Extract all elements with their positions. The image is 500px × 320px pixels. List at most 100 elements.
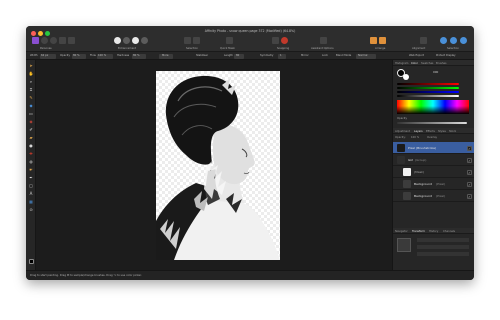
layer-row[interactable]: Background (Pixel) ✓ — [393, 178, 474, 190]
mirror-label: Mirror — [301, 54, 309, 57]
symmetry-value: 1 — [280, 54, 282, 57]
layer-row[interactable]: Background (Pixel) ✓ — [393, 190, 474, 202]
arrange-forward-icon[interactable] — [379, 37, 386, 44]
layer-thumbnail — [403, 192, 411, 200]
flood-select-icon[interactable]: ◆ — [29, 103, 34, 108]
tab-swatches[interactable]: Swatches — [421, 62, 433, 65]
blend-mode-label: Blend Mode — [336, 54, 352, 57]
blue-slider[interactable] — [397, 91, 459, 93]
auto-colors-icon[interactable] — [132, 37, 139, 44]
snapping-magnet-icon[interactable] — [272, 37, 279, 44]
assistant-options-label: Assistant Options — [311, 47, 334, 50]
status-text: Drag to start painting. Drag ⌘ to sample… — [30, 274, 142, 277]
document-canvas[interactable] — [156, 71, 280, 260]
transform-width-field[interactable] — [417, 252, 469, 256]
portrait-artwork — [156, 71, 280, 260]
tab-stock[interactable]: Stock — [449, 130, 456, 133]
crop-tool-icon[interactable]: ⌗ — [29, 87, 34, 92]
layer-row[interactable]: Pixel (Brushstroke) ✓ — [393, 142, 474, 154]
selection-intersect-icon[interactable] — [460, 37, 467, 44]
snapping-label: Snapping — [277, 47, 290, 50]
layer-thumbnail — [397, 156, 405, 164]
export-persona-icon[interactable] — [68, 37, 75, 44]
smudge-brush-icon[interactable]: ☛ — [29, 167, 34, 172]
photo-persona-icon[interactable] — [32, 37, 39, 44]
alignment-icon[interactable] — [420, 37, 427, 44]
transform-x-field[interactable] — [417, 238, 469, 242]
hex-value[interactable]: 000 — [433, 70, 438, 74]
mesh-warp-icon[interactable]: ▦ — [29, 199, 34, 204]
tab-history[interactable]: History — [429, 230, 438, 233]
erase-brush-icon[interactable]: ▰ — [29, 135, 34, 140]
tab-histogram[interactable]: Histogram — [395, 62, 408, 65]
hardness-value: 80 % — [133, 54, 140, 57]
rectangle-marquee-icon[interactable]: ▭ — [29, 111, 34, 116]
layer-visibility-checkbox[interactable]: ✓ — [467, 157, 472, 163]
layer-visibility-checkbox[interactable]: ✓ — [467, 181, 472, 187]
layer-visibility-checkbox[interactable]: ✓ — [467, 193, 472, 199]
pen-tool-icon[interactable]: ✒ — [29, 175, 34, 180]
tab-styles[interactable]: Styles — [438, 130, 446, 133]
primary-color-swatch[interactable] — [28, 259, 34, 264]
liquify-persona-icon[interactable] — [41, 37, 48, 44]
layer-visibility-checkbox[interactable]: ✓ — [467, 145, 472, 151]
width-label: Width — [30, 54, 38, 57]
tab-channels[interactable]: Channels — [443, 230, 455, 233]
auto-contrast-icon[interactable] — [123, 37, 130, 44]
width-value: 62 px — [41, 54, 49, 57]
transform-y-field[interactable] — [417, 245, 469, 249]
opacity-slider[interactable] — [397, 122, 467, 124]
paint-brush-icon[interactable]: ✐ — [29, 127, 34, 132]
dodge-brush-icon[interactable]: ● — [29, 143, 34, 148]
spectrum-shade — [397, 106, 469, 114]
move-tool-icon[interactable]: ➤ — [29, 63, 34, 68]
assistant-options-icon[interactable] — [320, 37, 327, 44]
layer-thumbnail — [403, 180, 411, 188]
layer-opacity-value[interactable]: 100 % — [411, 136, 419, 139]
tab-brushes[interactable]: Brushes — [436, 62, 446, 65]
rectangle-tool-icon[interactable]: ▢ — [29, 183, 34, 188]
quick-mask-icon[interactable] — [226, 37, 233, 44]
fill-tool-icon[interactable]: ◈ — [29, 119, 34, 124]
tab-effects[interactable]: Effects — [426, 130, 435, 133]
color-picker-icon[interactable]: ⊙ — [29, 207, 34, 212]
tab-navigator[interactable]: Navigator — [395, 230, 408, 233]
invert-selection-icon[interactable] — [193, 37, 200, 44]
arrange-back-icon[interactable] — [370, 37, 377, 44]
red-slider[interactable] — [397, 83, 459, 85]
layer-row[interactable]: (Mask) ✓ — [393, 166, 474, 178]
protect-display-label: Protect Display — [436, 54, 456, 57]
auto-levels-icon[interactable] — [114, 37, 121, 44]
layer-row[interactable]: Girl (Group) ✓ — [393, 154, 474, 166]
status-bar: Drag to start painting. Drag ⌘ to sample… — [26, 270, 474, 280]
hardness-label: Hardness — [117, 54, 130, 57]
tab-layers[interactable]: Layers — [414, 130, 423, 133]
green-slider[interactable] — [397, 87, 459, 89]
selection-label: Selection — [186, 47, 198, 50]
tab-transform[interactable]: Transform — [412, 230, 425, 233]
auto-white-balance-icon[interactable] — [141, 37, 148, 44]
deselect-icon[interactable] — [184, 37, 191, 44]
mask-thumbnail — [403, 168, 411, 176]
blur-brush-icon[interactable]: ◍ — [29, 159, 34, 164]
layer-visibility-checkbox[interactable]: ✓ — [467, 169, 472, 175]
tab-color[interactable]: Color — [411, 62, 418, 65]
selection-brush-icon[interactable]: ✎ — [29, 95, 34, 100]
tone-map-persona-icon[interactable] — [59, 37, 66, 44]
develop-persona-icon[interactable] — [50, 37, 57, 44]
layer-blend-mode[interactable]: Overlay — [427, 136, 437, 139]
selection-subtract-icon[interactable] — [450, 37, 457, 44]
layer-kind: (Pixel) — [436, 194, 446, 198]
snapping-toggle-icon[interactable] — [281, 37, 288, 44]
canvas-area[interactable] — [36, 60, 392, 270]
secondary-color-well[interactable] — [403, 74, 409, 80]
anchor-selector[interactable] — [397, 238, 411, 252]
length-label: Length — [224, 54, 233, 57]
view-tool-icon[interactable]: ✋ — [29, 71, 34, 76]
zoom-tool-icon[interactable]: ⌕ — [29, 79, 34, 84]
alpha-slider[interactable] — [397, 95, 459, 97]
tab-adjustment[interactable]: Adjustment — [395, 130, 410, 133]
clone-brush-icon[interactable]: ✚ — [29, 151, 34, 156]
text-tool-icon[interactable]: A — [29, 191, 34, 196]
selection-add-icon[interactable] — [440, 37, 447, 44]
